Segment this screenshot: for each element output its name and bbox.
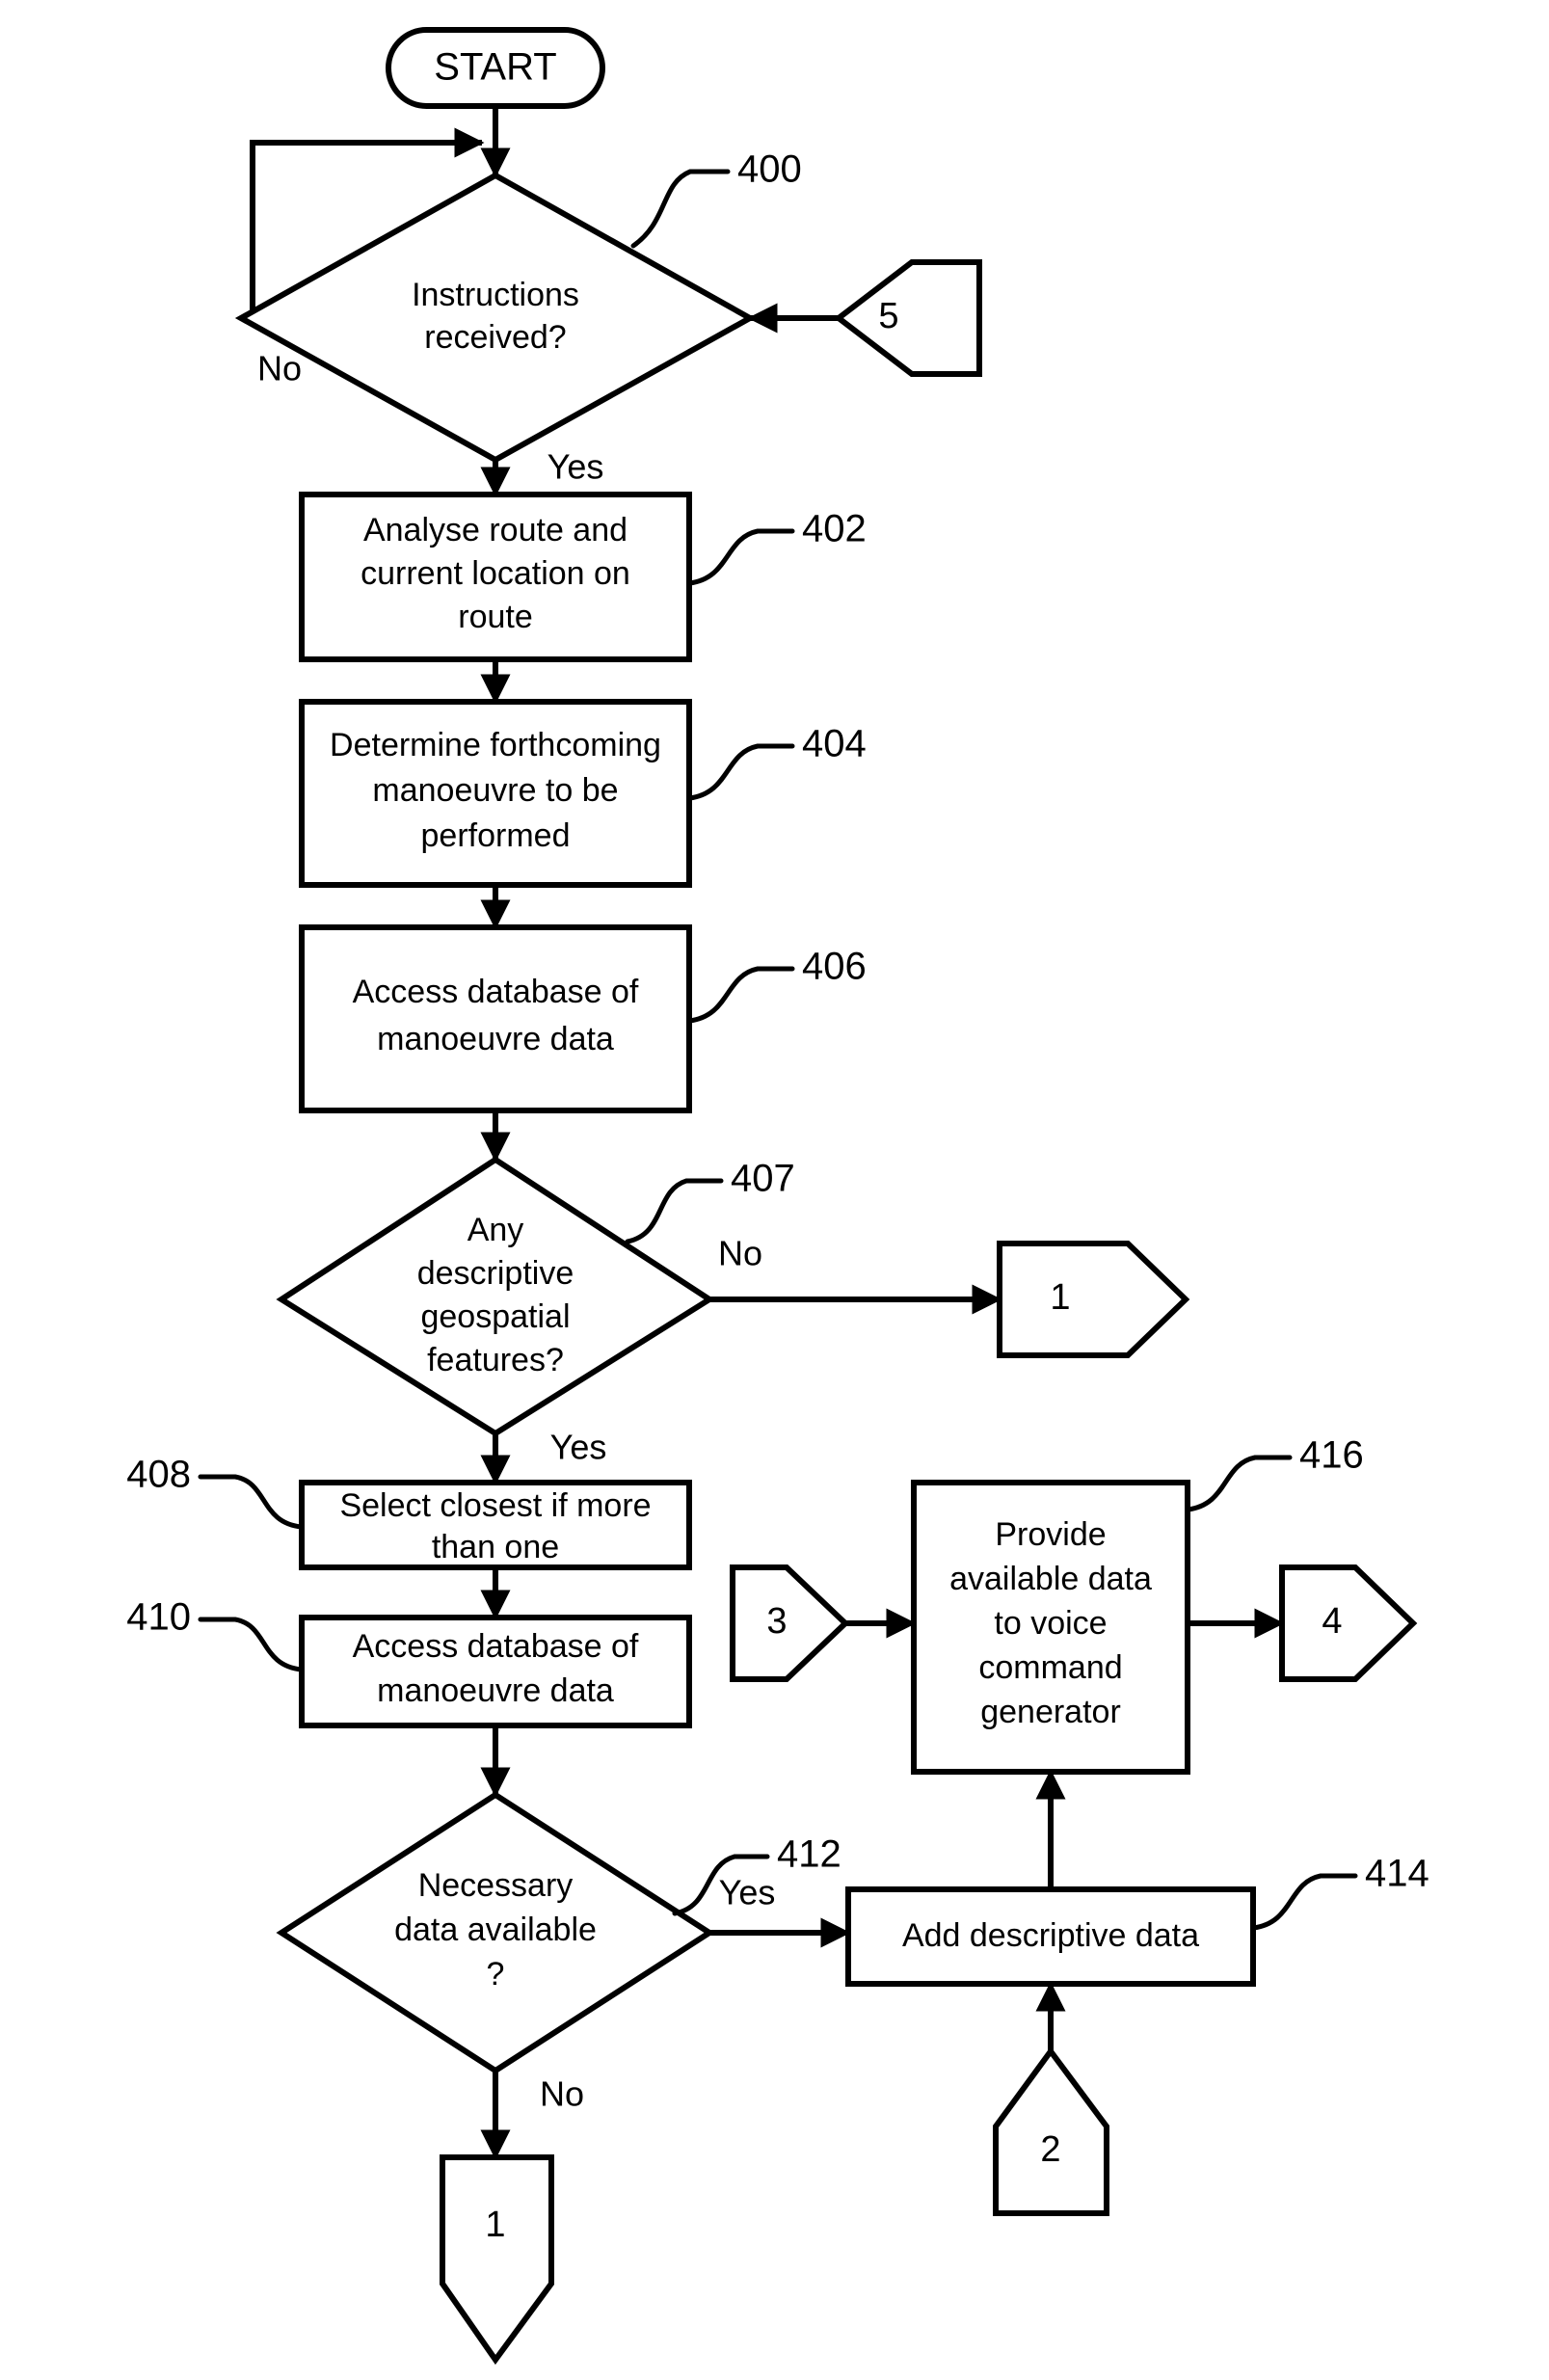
ref-numeral-400: 400 (737, 148, 802, 191)
flowchart-svg: START Instructions received? Analyse rou… (126, 27, 1429, 2366)
nodes-layer (234, 27, 1418, 2366)
leader-402 (686, 528, 795, 586)
leader-416 (1185, 1455, 1293, 1512)
leader-404 (686, 743, 795, 801)
node-decision-400-line-0: Instructions (412, 277, 579, 313)
connector-1-right[interactable] (997, 1241, 1190, 1358)
node-decision-407-line-2: geospatial (420, 1298, 570, 1335)
node-process-402-line-1: current location on (361, 555, 630, 592)
connector-1-bottom[interactable] (440, 2154, 554, 2366)
connector-1-right-label: 1 (1050, 1277, 1070, 1318)
node-process-402-line-0: Analyse route and (363, 512, 628, 548)
node-process-414-line-0: Add descriptive data (902, 1917, 1199, 1954)
ref-numeral-416: 416 (1299, 1434, 1364, 1477)
node-process-416-line-0: Provide (995, 1516, 1106, 1553)
leader-414 (1250, 1873, 1358, 1931)
edge-label-d407-no: No (718, 1234, 762, 1273)
edge-label-d400-no: No (257, 349, 302, 388)
node-process-406[interactable] (299, 924, 692, 1113)
node-process-404-line-1: manoeuvre to be (372, 772, 618, 809)
node-process-406-line-1: manoeuvre data (377, 1021, 614, 1057)
connector-5[interactable] (834, 259, 982, 377)
node-decision-400[interactable] (234, 172, 757, 464)
connector-5-label: 5 (878, 296, 898, 336)
connector-4-label: 4 (1322, 1601, 1342, 1642)
ref-numeral-404: 404 (802, 723, 867, 765)
node-process-416-line-4: generator (980, 1694, 1121, 1730)
flowchart-canvas: START Instructions received? Analyse rou… (0, 0, 1549, 2380)
leader-400 (630, 169, 731, 249)
edge-label-d400-yes: Yes (547, 447, 604, 487)
leader-410 (198, 1617, 305, 1672)
node-decision-412-line-2: ? (487, 1956, 505, 1992)
node-process-410-line-1: manoeuvre data (377, 1672, 614, 1709)
connector-1-bottom-label: 1 (485, 2205, 505, 2245)
ref-numeral-410: 410 (126, 1596, 191, 1639)
node-process-408-line-0: Select closest if more (339, 1487, 651, 1524)
node-decision-407[interactable] (276, 1156, 715, 1437)
node-process-416-line-2: to voice (994, 1605, 1107, 1642)
node-process-402-line-2: route (458, 599, 533, 635)
leader-406 (686, 966, 795, 1024)
ref-numeral-407: 407 (731, 1158, 795, 1200)
node-process-406-line-0: Access database of (353, 974, 639, 1010)
edge-label-d412-yes: Yes (719, 1873, 776, 1912)
node-decision-412-line-0: Necessary (418, 1867, 574, 1904)
node-decision-407-line-0: Any (467, 1212, 524, 1248)
ref-numeral-408: 408 (126, 1454, 191, 1496)
edge-label-d407-yes: Yes (550, 1428, 607, 1467)
node-process-416-line-1: available data (949, 1561, 1152, 1597)
ref-numeral-402: 402 (802, 508, 867, 550)
node-decision-412-line-1: data available (394, 1912, 597, 1948)
ref-numeral-412: 412 (777, 1833, 841, 1876)
node-process-404-line-0: Determine forthcoming (330, 727, 661, 763)
ref-numeral-414: 414 (1365, 1853, 1429, 1895)
leader-408 (198, 1474, 305, 1530)
connector-2-label: 2 (1040, 2129, 1060, 2170)
node-process-408-line-1: than one (432, 1529, 559, 1565)
node-start-label: START (434, 46, 556, 89)
node-process-410-line-0: Access database of (353, 1628, 639, 1665)
node-decision-400-line-1: received? (424, 319, 566, 356)
connector-3[interactable] (730, 1564, 850, 1682)
node-decision-407-line-1: descriptive (417, 1255, 574, 1292)
leader-407 (625, 1178, 724, 1244)
node-process-404-line-2: performed (421, 817, 571, 854)
connector-3-label: 3 (766, 1601, 787, 1642)
connector-4[interactable] (1279, 1564, 1418, 1682)
node-decision-407-line-3: features? (427, 1342, 564, 1378)
ref-numeral-406: 406 (802, 946, 867, 988)
edge-label-d412-no: No (540, 2074, 584, 2114)
node-process-416-line-3: command (978, 1649, 1122, 1686)
